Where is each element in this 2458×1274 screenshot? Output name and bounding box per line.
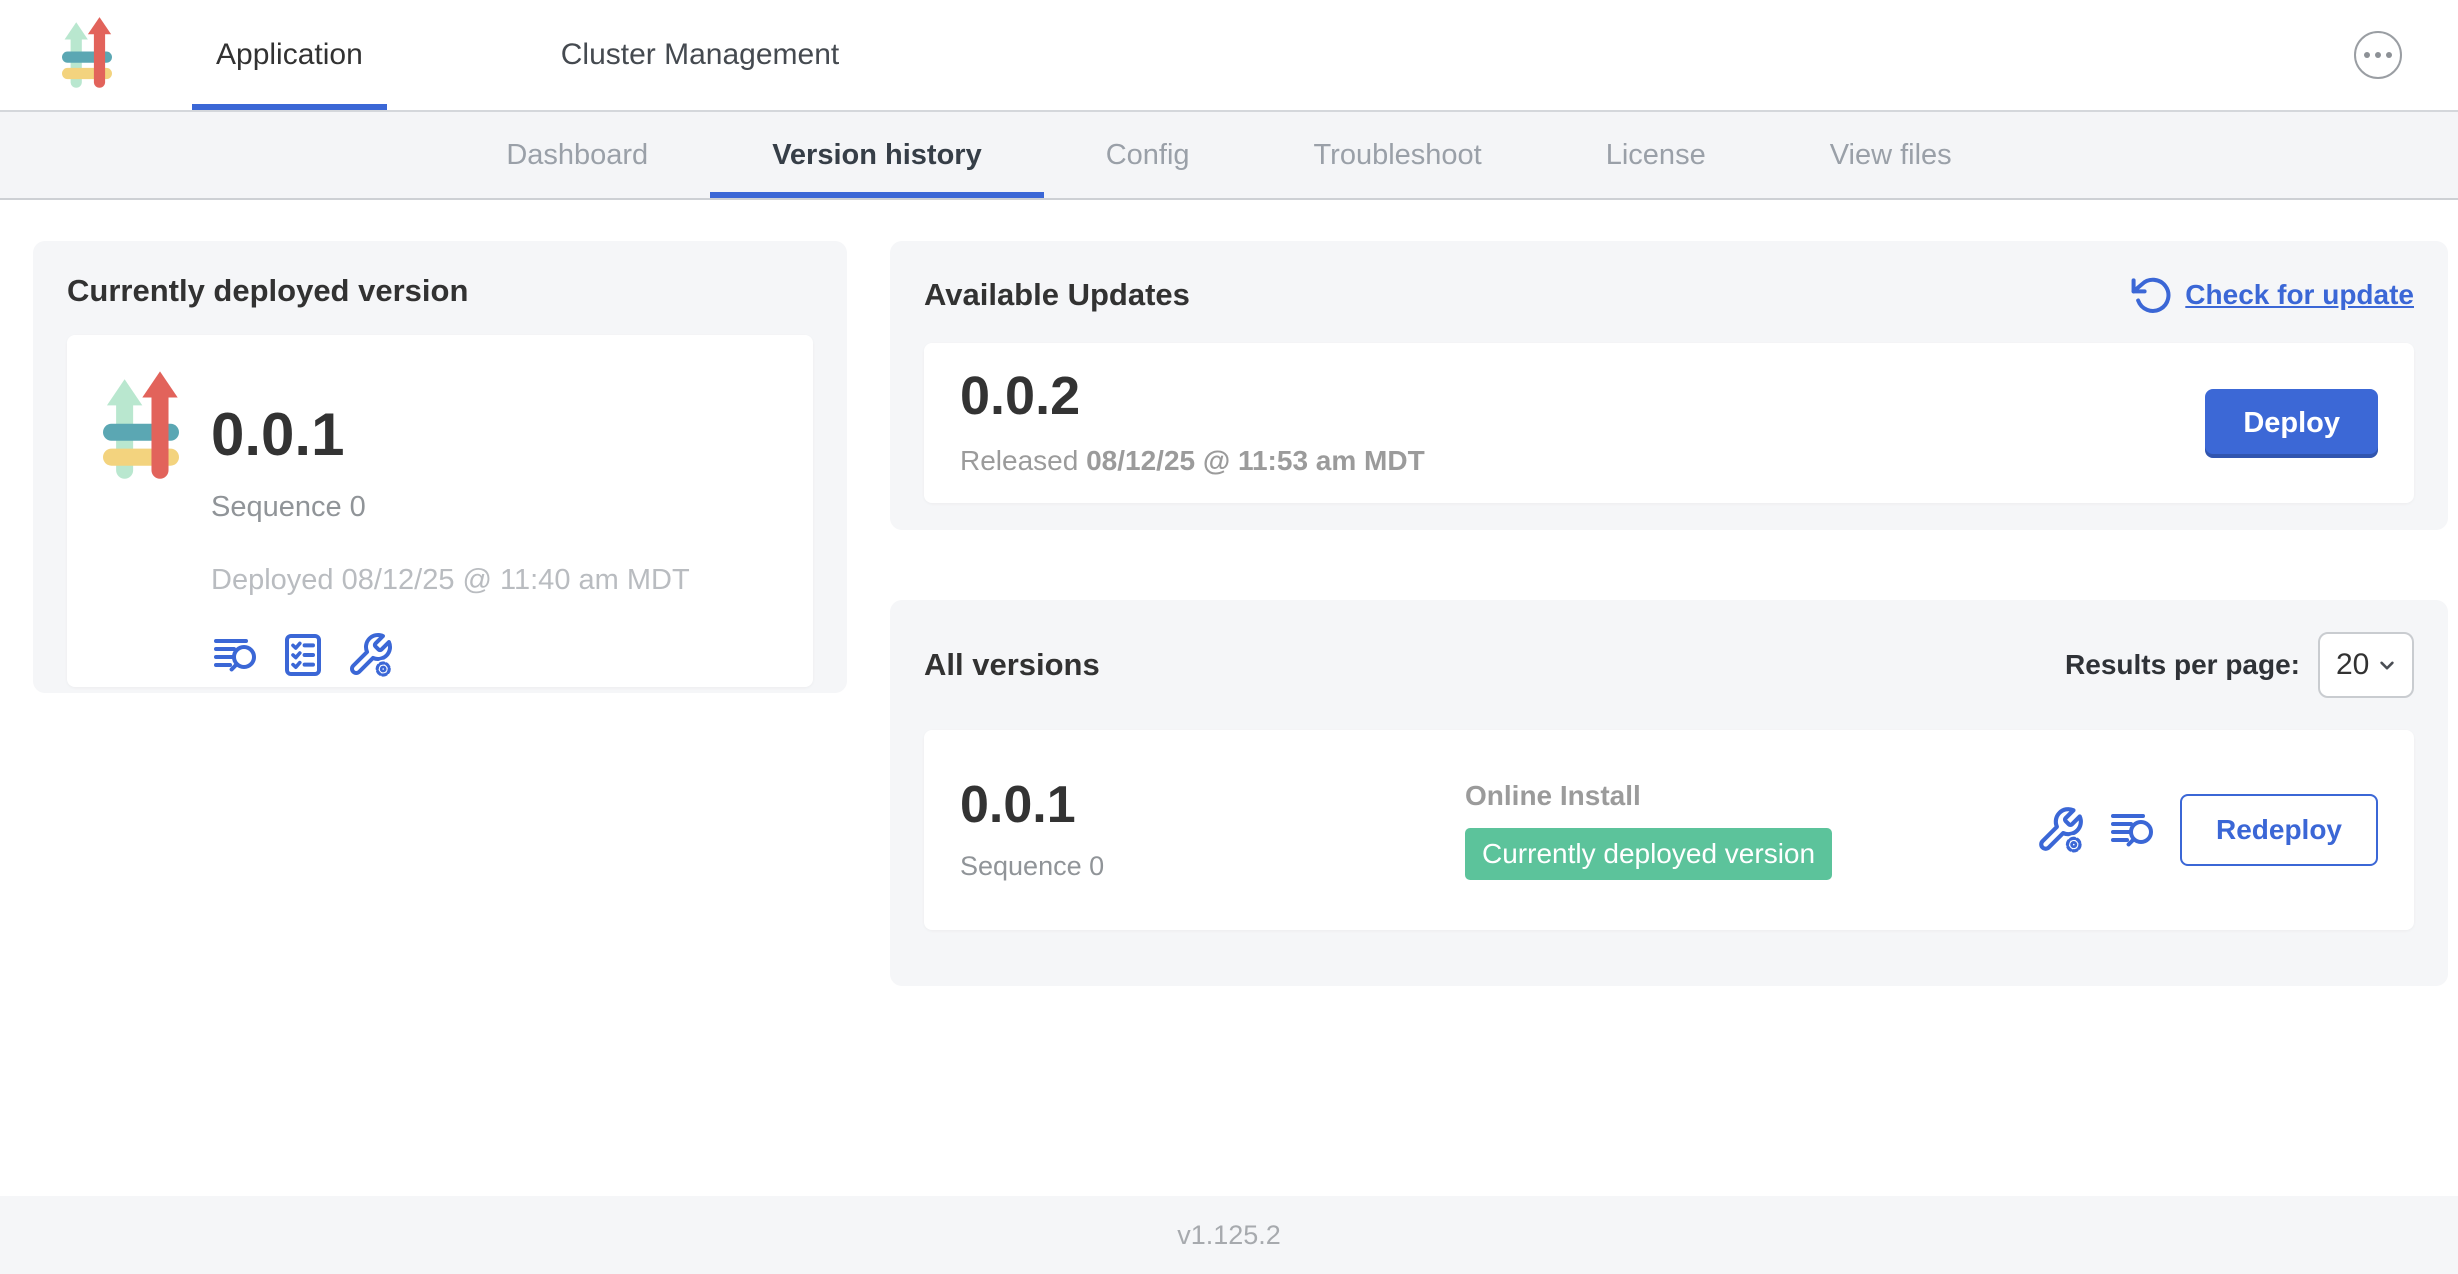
currently-deployed-badge: Currently deployed version (1465, 828, 1832, 880)
tab-version-history[interactable]: Version history (710, 112, 1044, 198)
all-versions-title: All versions (924, 647, 1100, 683)
deployed-version-card: 0.0.1 Sequence 0 Deployed 08/12/25 @ 11:… (67, 335, 813, 687)
ellipsis-icon (2364, 52, 2370, 58)
deployed-sequence: Sequence 0 (211, 491, 690, 524)
app-logo (62, 0, 112, 110)
refresh-icon (2129, 273, 2173, 317)
tab-dashboard[interactable]: Dashboard (444, 112, 710, 198)
row-install-type: Online Install (1465, 780, 2034, 812)
check-for-update-link[interactable]: Check for update (2129, 273, 2414, 317)
all-versions-panel: All versions Results per page: 20 0.0.1 … (890, 600, 2448, 986)
app-logo-icon (103, 371, 179, 487)
tab-view-files[interactable]: View files (1768, 112, 2014, 198)
row-version-number: 0.0.1 (960, 779, 1465, 831)
currently-deployed-panel: Currently deployed version 0.0.1 Sequenc… (33, 241, 847, 693)
deployed-version-number: 0.0.1 (211, 405, 690, 465)
preflight-checklist-icon[interactable] (279, 631, 327, 679)
diff-logs-icon[interactable] (2108, 806, 2158, 854)
config-wrench-gear-icon[interactable] (2034, 805, 2086, 855)
available-updates-panel: Available Updates Check for update 0.0.2… (890, 241, 2448, 530)
currently-deployed-title: Currently deployed version (67, 273, 813, 309)
tab-cluster-management[interactable]: Cluster Management (537, 0, 863, 110)
update-released-timestamp: Released 08/12/25 @ 11:53 am MDT (960, 445, 1425, 477)
results-per-page-select[interactable]: 20 (2318, 632, 2414, 698)
available-updates-title: Available Updates (924, 277, 1190, 313)
main-content: Currently deployed version 0.0.1 Sequenc… (0, 200, 2458, 1196)
diff-logs-icon[interactable] (211, 631, 261, 679)
config-wrench-gear-icon[interactable] (345, 631, 395, 679)
deploy-button[interactable]: Deploy (2205, 389, 2378, 458)
tab-troubleshoot[interactable]: Troubleshoot (1252, 112, 1544, 198)
row-sequence: Sequence 0 (960, 851, 1465, 882)
console-version: v1.125.2 (1177, 1220, 1281, 1251)
app-nav: Application Cluster Management (192, 0, 863, 110)
tab-license[interactable]: License (1544, 112, 1768, 198)
redeploy-button[interactable]: Redeploy (2180, 794, 2378, 866)
overflow-menu-button[interactable] (2354, 31, 2402, 79)
update-version-number: 0.0.2 (960, 369, 1425, 423)
version-row: 0.0.1 Sequence 0 Online Install Currentl… (924, 730, 2414, 930)
deployed-timestamp: Deployed 08/12/25 @ 11:40 am MDT (211, 564, 690, 597)
app-footer: v1.125.2 (0, 1196, 2458, 1274)
results-per-page-label: Results per page: (2065, 649, 2300, 681)
chevron-down-icon (2374, 652, 2400, 678)
tab-application[interactable]: Application (192, 0, 387, 110)
available-update-card: 0.0.2 Released 08/12/25 @ 11:53 am MDT D… (924, 343, 2414, 503)
tab-config[interactable]: Config (1044, 112, 1252, 198)
app-header: Application Cluster Management (0, 0, 2458, 112)
app-subnav: Dashboard Version history Config Trouble… (0, 112, 2458, 200)
app-logo-icon (62, 17, 112, 93)
